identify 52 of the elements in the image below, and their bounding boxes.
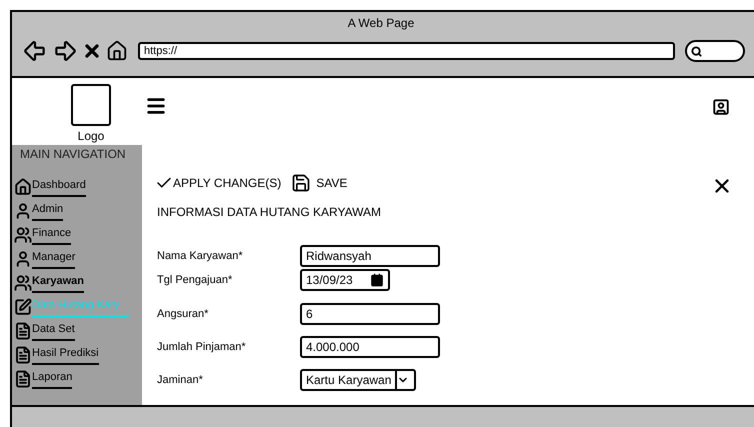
text-field[interactable]: 4.000.000 xyxy=(300,336,440,358)
document-icon xyxy=(14,346,32,364)
field-label: Jumlah Pinjaman* xyxy=(156,340,247,355)
sidebar-label: Data Set xyxy=(32,321,75,341)
form-title: INFORMASI DATA HUTANG KARYAWAM xyxy=(156,204,382,221)
home-icon[interactable] xyxy=(106,40,128,62)
sidebar-label: Karyawan xyxy=(32,273,84,293)
sidebar-item[interactable]: Hasil Prediksi xyxy=(12,343,142,367)
save-button[interactable]: SAVE xyxy=(291,173,348,193)
sidebar-item[interactable]: Finance xyxy=(12,223,142,247)
window-title: A Web Page xyxy=(346,15,416,32)
field-label: Angsuran* xyxy=(156,306,210,322)
menu-icon[interactable] xyxy=(145,95,167,117)
sidebar-label: Laporan xyxy=(32,369,72,389)
sidebar-label: Manager xyxy=(32,249,76,269)
text-field[interactable]: 6 xyxy=(300,303,440,325)
sidebar-item[interactable]: Manager xyxy=(12,247,142,271)
sidebar-label: Admin xyxy=(32,201,64,221)
users-icon xyxy=(14,274,32,292)
home-icon xyxy=(14,178,32,196)
search-field[interactable] xyxy=(685,40,745,62)
profile-icon[interactable] xyxy=(712,98,730,116)
text-field[interactable]: Ridwansyah xyxy=(300,245,440,267)
url-field[interactable]: https:// xyxy=(138,42,675,60)
sidebar-label: Dashboard xyxy=(32,177,86,197)
back-icon[interactable] xyxy=(22,38,48,64)
date-field[interactable]: 13/09/23 xyxy=(300,269,390,291)
sidebar-label: Hasil Prediksi xyxy=(32,345,99,365)
edit-icon xyxy=(14,298,32,316)
save-icon xyxy=(291,173,312,193)
sidebar-item[interactable]: Admin xyxy=(12,199,142,223)
search-icon xyxy=(691,46,702,56)
calendar-icon xyxy=(370,273,384,287)
logo-placeholder xyxy=(71,84,111,126)
sidebar-item[interactable]: Data Set xyxy=(12,319,142,343)
users-icon xyxy=(14,226,32,244)
document-icon xyxy=(14,322,32,340)
apply-changes-button[interactable]: APPLY CHANGE(S) xyxy=(155,174,282,192)
sidebar-item[interactable]: Laporan xyxy=(12,367,142,391)
sidebar-heading: MAIN NAVIGATION xyxy=(19,147,127,161)
sidebar-label: Data Hutang Kary xyxy=(32,297,130,317)
field-label: Nama Karyawan* xyxy=(156,248,244,264)
user-icon xyxy=(14,202,32,220)
sidebar-item[interactable]: Karyawan xyxy=(12,271,142,295)
field-label: Jaminan* xyxy=(156,372,204,388)
logo-label: Logo xyxy=(78,129,104,143)
dropdown[interactable]: Kartu Karyawan xyxy=(300,369,416,391)
document-icon xyxy=(14,370,32,388)
user-icon xyxy=(14,250,32,268)
sidebar-label: Finance xyxy=(32,225,72,245)
field-label: Tgl Pengajuan* xyxy=(156,272,234,288)
sidebar-item[interactable]: Dashboard xyxy=(12,175,142,199)
